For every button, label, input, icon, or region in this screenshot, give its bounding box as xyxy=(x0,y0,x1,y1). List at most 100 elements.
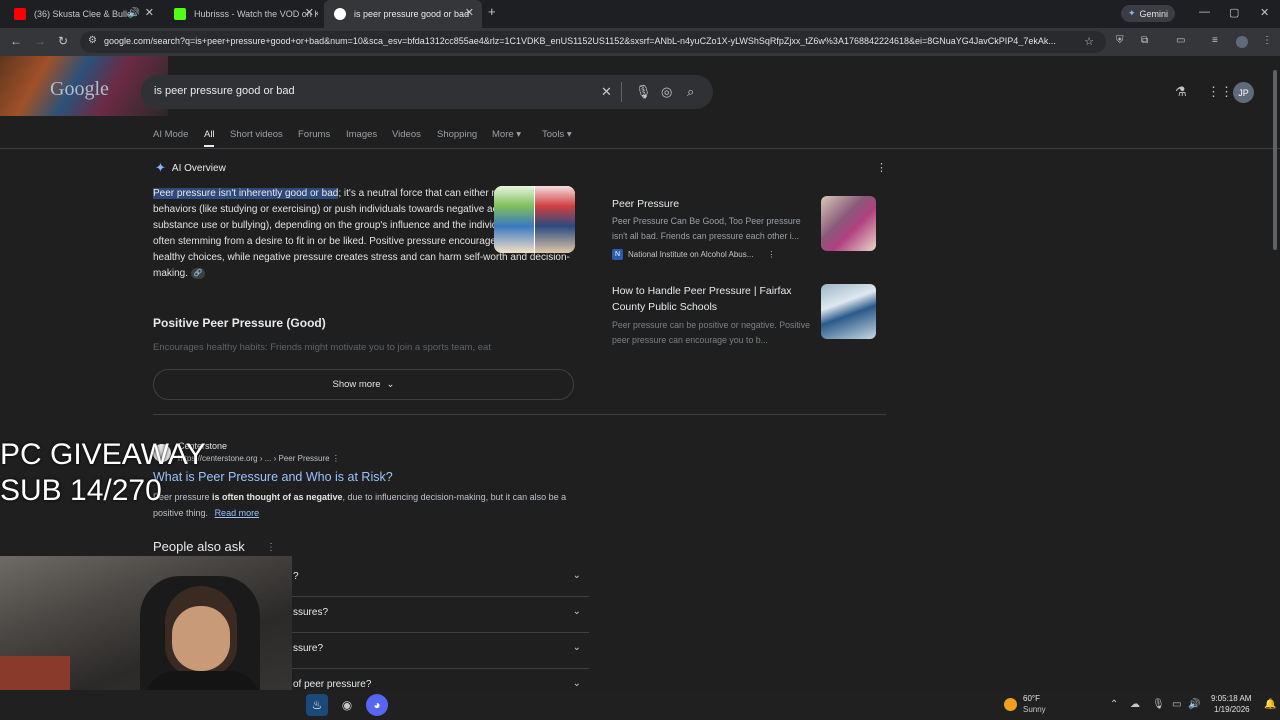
lens-camera-icon[interactable]: ◎ xyxy=(661,84,672,100)
read-more-link[interactable]: Read more xyxy=(215,508,260,518)
gemini-icon: ✦ xyxy=(1127,8,1136,18)
weather-temperature: 60°F xyxy=(1023,694,1040,703)
apps-grid-icon[interactable]: ⋮⋮ xyxy=(1207,84,1233,100)
gemini-button[interactable]: ✦ Gemini xyxy=(1121,5,1175,22)
app-icon[interactable]: ◉ xyxy=(336,694,358,716)
tab-images[interactable]: Images xyxy=(346,129,377,140)
site-info-icon[interactable]: ⚙ xyxy=(88,35,97,46)
more-options-icon[interactable]: ⋮ xyxy=(767,250,775,259)
tab-short-videos[interactable]: Short videos xyxy=(230,129,283,140)
more-options-icon[interactable]: ⋮ xyxy=(332,454,340,463)
account-avatar[interactable]: JP xyxy=(1233,82,1254,103)
address-bar[interactable]: ⚙ google.com/search?q=is+peer+pressure+g… xyxy=(80,31,1106,53)
extensions-icon[interactable]: ⧉ xyxy=(1141,35,1148,46)
search-input[interactable]: is peer pressure good or bad xyxy=(154,85,295,97)
chevron-up-icon[interactable]: ⌃ xyxy=(1110,699,1118,710)
profile-icon[interactable] xyxy=(1236,36,1248,48)
labs-flask-icon[interactable]: ⚗ xyxy=(1175,84,1187,100)
menu-kebab-icon[interactable]: ⋮ xyxy=(1262,35,1272,46)
url-text[interactable]: google.com/search?q=is+peer+pressure+goo… xyxy=(104,36,1084,46)
faded-bullet: Encourages healthy habits: Friends might… xyxy=(153,342,491,353)
show-more-label: Show more xyxy=(332,379,381,390)
card-snippet: Peer Pressure Can Be Good, Too Peer pres… xyxy=(612,216,801,241)
reload-icon[interactable]: ↻ xyxy=(58,34,68,48)
clock-date[interactable]: 1/19/2026 xyxy=(1214,705,1250,714)
tab-more[interactable]: More ▾ xyxy=(492,129,521,140)
weather-sun-icon[interactable] xyxy=(1004,698,1017,711)
link-icon[interactable]: 🔗 xyxy=(190,267,205,279)
chevron-down-icon: ⌄ xyxy=(572,570,581,581)
paa-question-text: ssure? xyxy=(293,643,324,654)
search-box[interactable]: is peer pressure good or bad ✕ 🎙 ◎ ⌕ xyxy=(141,75,713,109)
more-options-icon[interactable]: ⋮ xyxy=(266,542,276,553)
card-title[interactable]: How to Handle Peer Pressure | Fairfax Co… xyxy=(612,283,812,315)
shield-icon[interactable]: ⛨ xyxy=(1116,35,1124,46)
browser-tab-google[interactable]: is peer pressure good or bad - ✕ xyxy=(324,0,482,28)
card-source[interactable]: N National Institute on Alcohol Abus... … xyxy=(612,249,775,260)
sparkle-icon: ✦ xyxy=(155,160,166,175)
clock-time[interactable]: 9:05:18 AM xyxy=(1211,694,1251,703)
card-snippet: Peer pressure can be positive or negativ… xyxy=(612,320,811,345)
tab-forums[interactable]: Forums xyxy=(298,129,330,140)
close-tab-icon[interactable]: ✕ xyxy=(305,8,314,19)
highlighted-text: Peer pressure isn't inherently good or b… xyxy=(153,188,339,199)
chevron-down-icon: ⌄ xyxy=(386,379,395,390)
weather-condition: Sunny xyxy=(1023,705,1046,714)
volume-icon[interactable]: 🔊 xyxy=(1188,699,1200,710)
steam-icon[interactable]: ♨ xyxy=(306,694,328,716)
gemini-label: Gemini xyxy=(1139,8,1169,19)
ai-overview-thumbnail[interactable] xyxy=(494,186,575,253)
bookmark-star-icon[interactable]: ☆ xyxy=(1084,35,1094,48)
logo-text: Google xyxy=(50,78,109,100)
audio-icon[interactable]: 🔊 xyxy=(128,8,140,19)
microphone-icon[interactable]: 🎙 xyxy=(635,84,652,100)
paa-question-text: of peer pressure? xyxy=(293,679,372,690)
browser-toolbar: ← → ↻ ⚙ google.com/search?q=is+peer+pres… xyxy=(0,28,1280,56)
cast-icon[interactable]: ▭ xyxy=(1176,35,1185,46)
tab-videos[interactable]: Videos xyxy=(392,129,421,140)
network-tray-icon[interactable]: ☁ xyxy=(1130,699,1140,710)
tab-tools[interactable]: Tools ▾ xyxy=(542,129,572,140)
tab-title: Hubrisss - Watch the VOD on K xyxy=(194,9,318,19)
result-snippet: Peer pressure is often thought of as neg… xyxy=(153,489,583,521)
close-window-icon[interactable]: ✕ xyxy=(1260,6,1269,19)
divider xyxy=(0,148,1280,149)
show-more-button[interactable]: Show more ⌄ xyxy=(153,369,574,400)
paa-question-text: ssures? xyxy=(293,607,329,618)
tab-shopping[interactable]: Shopping xyxy=(437,129,477,140)
source-card[interactable]: Peer Pressure Peer Pressure Can Be Good,… xyxy=(600,188,886,268)
maximize-icon[interactable]: ▢ xyxy=(1229,6,1239,19)
person-face-shape xyxy=(172,606,230,671)
source-favicon-icon: N xyxy=(612,249,623,260)
new-tab-button[interactable]: + xyxy=(488,4,496,19)
back-icon[interactable]: ← xyxy=(10,34,22,48)
minimize-icon[interactable]: — xyxy=(1199,6,1210,18)
close-tab-icon[interactable]: ✕ xyxy=(465,8,474,19)
tab-title: (36) Skusta Clee & Bullet D xyxy=(34,9,130,19)
chevron-down-icon: ⌄ xyxy=(572,606,581,617)
search-icon[interactable]: ⌕ xyxy=(687,84,694,100)
browser-tab-youtube[interactable]: (36) Skusta Clee & Bullet D 🔊 ✕ xyxy=(4,0,162,28)
tab-ai-mode[interactable]: AI Mode xyxy=(153,129,188,140)
clear-icon[interactable]: ✕ xyxy=(601,84,612,100)
notification-bell-icon[interactable]: 🔔 xyxy=(1264,699,1276,710)
browser-tab-kick[interactable]: Hubrisss - Watch the VOD on K ✕ xyxy=(164,0,322,28)
windows-taskbar: ♨ ◉ ◕ 60°F Sunny ⌃ ☁ 🎙 ▭ 🔊 9:05:18 AM 1/… xyxy=(0,690,1280,720)
browser-tab-strip: (36) Skusta Clee & Bullet D 🔊 ✕ Hubrisss… xyxy=(0,0,1280,28)
tab-all[interactable]: All xyxy=(204,129,215,140)
tab-search-icon[interactable]: ≡ xyxy=(1212,35,1218,46)
card-title[interactable]: Peer Pressure xyxy=(612,196,812,212)
source-name: National Institute on Alcohol Abus... xyxy=(628,250,754,259)
discord-icon[interactable]: ◕ xyxy=(366,694,388,716)
youtube-icon xyxy=(14,8,26,20)
forward-icon[interactable]: → xyxy=(34,34,46,48)
chevron-down-icon: ⌄ xyxy=(572,642,581,653)
close-tab-icon[interactable]: ✕ xyxy=(145,8,154,19)
scrollbar-thumb[interactable] xyxy=(1273,70,1277,250)
card-thumbnail xyxy=(821,196,876,251)
source-card[interactable]: How to Handle Peer Pressure | Fairfax Co… xyxy=(600,276,886,356)
card-thumbnail xyxy=(821,284,876,339)
more-options-icon[interactable]: ⋮ xyxy=(876,161,887,174)
mic-tray-icon[interactable]: 🎙 xyxy=(1152,699,1165,710)
wifi-icon[interactable]: ▭ xyxy=(1172,699,1181,710)
